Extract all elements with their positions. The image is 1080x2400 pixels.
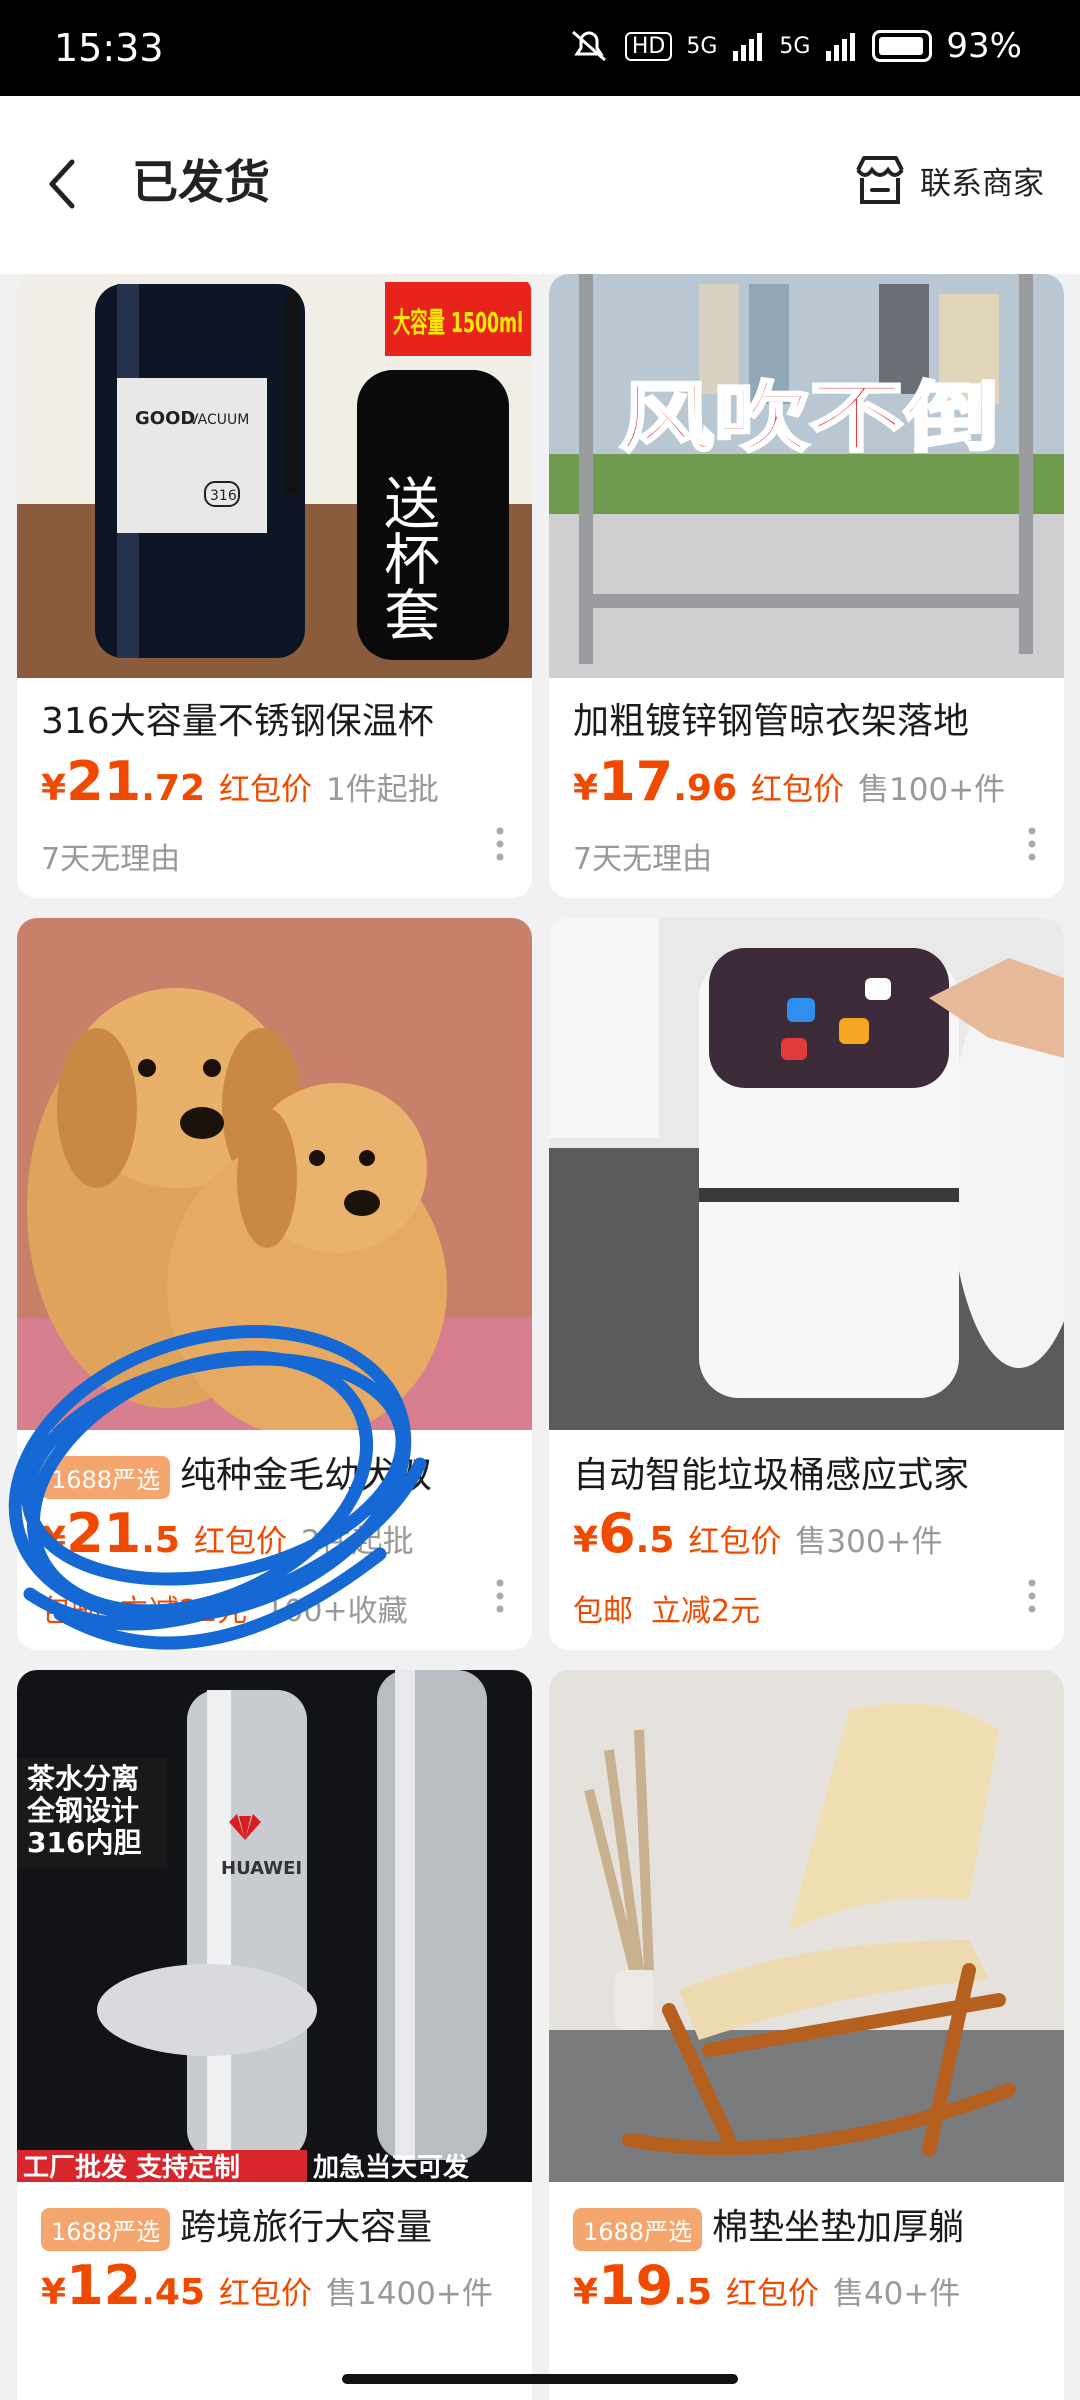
page-title: 已发货	[132, 155, 270, 209]
price-extra: 售100+件	[858, 772, 1006, 808]
product-grid: GOOD VACUUM 316 大容量 1500ml 送杯套 316大容量不锈钢…	[0, 274, 1080, 2400]
product-card[interactable]: GOOD VACUUM 316 大容量 1500ml 送杯套 316大容量不锈钢…	[17, 274, 532, 898]
product-title: 自动智能垃圾桶感应式家	[573, 1455, 970, 1496]
status-bar: 15:33 HD 5G 5G 93%	[0, 0, 1080, 96]
net-type-1: 5G	[686, 33, 718, 59]
home-indicator[interactable]	[342, 2374, 738, 2384]
status-icons: HD 5G 5G 93%	[567, 26, 1022, 66]
scribble-annotation	[8, 1325, 427, 1650]
product-card[interactable]: 1688严选 棉垫坐垫加厚躺 ¥ 19 .5 红包价 售40+件	[549, 1670, 1064, 2400]
bottle-line-3: 316内胆	[27, 1826, 141, 1859]
price-decimal: .5	[635, 1520, 675, 1561]
bottle-line-2: 全钢设计	[26, 1794, 139, 1827]
price-row: ¥ 21 .72 红包价 1件起批	[41, 750, 439, 813]
product-meta: 7天无理由	[41, 842, 181, 877]
cup-tag-text: 送杯套	[375, 474, 440, 642]
product-card[interactable]: 自动智能垃圾桶感应式家 ¥ 6 .5 红包价 售300+件 包邮 立减2元	[549, 918, 1064, 1650]
selected-badge: 1688严选	[573, 2207, 703, 2251]
discount-tag: 立减2元	[651, 1594, 761, 1629]
more-options-icon[interactable]	[1028, 826, 1036, 862]
price-tag: 红包价	[219, 772, 312, 808]
hd-icon: HD	[624, 31, 673, 61]
bottle-line-1: 茶水分离	[27, 1762, 139, 1795]
mute-icon	[571, 30, 606, 62]
product-image: 风吹不倒	[549, 274, 1064, 678]
store-icon	[856, 156, 904, 204]
price-extra: 售1400+件	[326, 2276, 493, 2312]
battery-icon	[872, 30, 933, 62]
product-card[interactable]: 茶水分离 全钢设计 316内胆 HUAWEI 工厂批发 支持定制 加急当天可发 …	[17, 1670, 532, 2400]
price-extra: 1件起批	[326, 772, 439, 808]
battery-level: 93%	[946, 26, 1022, 66]
cup-label-top: GOOD	[135, 408, 195, 429]
product-title: 加粗镀锌钢管晾衣架落地	[573, 701, 970, 742]
cup-label-side: VACUUM	[189, 412, 249, 428]
product-image: 茶水分离 全钢设计 316内胆 HUAWEI 工厂批发 支持定制 加急当天可发	[17, 1670, 532, 2182]
contact-merchant-button[interactable]: 联系商家	[852, 154, 1044, 206]
signal-icon-2	[826, 33, 856, 61]
bottle-brand: HUAWEI	[221, 1858, 302, 1879]
price-row: ¥ 12 .45 红包价 售1400+件	[41, 2254, 493, 2317]
price-tag: 红包价	[725, 2276, 819, 2312]
net-type-2: 5G	[779, 33, 811, 59]
price-integer: 21	[66, 750, 142, 813]
product-meta: 包邮 立减2元	[573, 1586, 1048, 1630]
price-integer: 6	[598, 1502, 636, 1565]
contact-merchant-label: 联系商家	[920, 165, 1044, 202]
product-image	[549, 918, 1064, 1430]
product-card[interactable]: 风吹不倒 加粗镀锌钢管晾衣架落地 ¥ 17 .96 红包价 售100+件 7天无…	[549, 274, 1064, 898]
back-icon[interactable]	[34, 148, 94, 220]
header: 已发货 联系商家	[0, 96, 1080, 274]
price-integer: 19	[598, 2254, 674, 2317]
more-options-icon[interactable]	[496, 1578, 504, 1614]
bottle-banner-left: 工厂批发 支持定制	[23, 2152, 240, 2182]
more-options-icon[interactable]	[496, 826, 504, 862]
price-decimal: .96	[673, 768, 737, 809]
cup-badge-text: 大容量 1500ml	[393, 306, 523, 339]
price-row: ¥ 17 .96 红包价 售100+件	[573, 750, 1006, 813]
price-tag: 红包价	[688, 1524, 782, 1560]
product-meta: 7天无理由	[573, 842, 713, 877]
rack-slogan: 风吹不倒	[619, 373, 999, 462]
signal-icon	[733, 33, 763, 61]
cup-label-num: 316	[210, 488, 237, 504]
bottle-banner-right: 加急当天可发	[313, 2152, 469, 2182]
product-image: GOOD VACUUM 316 大容量 1500ml 送杯套	[17, 274, 532, 678]
more-options-icon[interactable]	[1028, 1578, 1036, 1614]
price-extra: 售300+件	[795, 1524, 943, 1560]
price-decimal: .72	[141, 768, 205, 809]
product-title: 316大容量不锈钢保温杯	[41, 701, 434, 742]
price-integer: 12	[66, 2254, 142, 2317]
price-decimal: .45	[141, 2272, 205, 2313]
price-row: ¥ 6 .5 红包价 售300+件	[573, 1502, 943, 1565]
status-time: 15:33	[54, 26, 164, 70]
product-image	[549, 1670, 1064, 2182]
price-integer: 17	[598, 750, 674, 813]
price-tag: 红包价	[751, 772, 844, 808]
price-decimal: .5	[673, 2272, 712, 2313]
selected-badge: 1688严选	[41, 2207, 171, 2251]
product-title: 1688严选 跨境旅行大容量	[41, 2198, 516, 2251]
product-title: 1688严选 棉垫坐垫加厚躺	[573, 2198, 1048, 2251]
price-extra: 售40+件	[832, 2276, 961, 2312]
free-shipping-tag: 包邮	[573, 1594, 633, 1629]
price-tag: 红包价	[219, 2276, 312, 2312]
price-row: ¥ 19 .5 红包价 售40+件	[573, 2254, 961, 2317]
